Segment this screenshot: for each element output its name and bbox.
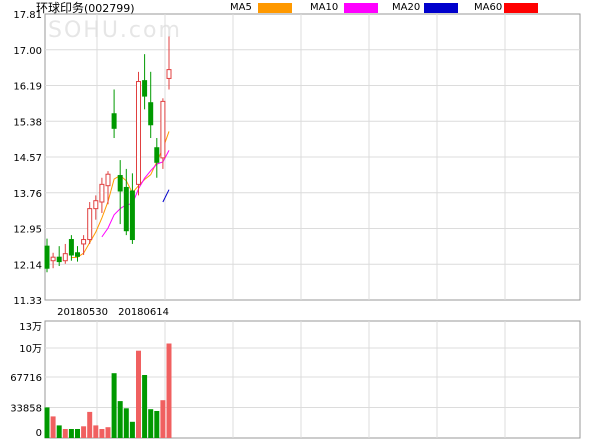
volume-bar [160,400,166,438]
candle-up [105,173,111,187]
volume-bar [117,401,123,438]
candle-up [50,256,56,262]
volume-bar [123,408,129,438]
candle-down [142,80,148,97]
price-tick-label: 11.33 [13,296,42,307]
volume-tick-label: 13万 [19,322,42,333]
volume-bar [56,425,62,438]
volume-tick-label: 10万 [19,344,42,355]
price-tick-label: 17.81 [13,10,42,21]
volume-bar [87,411,93,438]
price-tick-label: 12.14 [13,260,42,271]
volume-bar [81,426,87,438]
candle-down [44,245,50,269]
volume-tick-label: 0 [36,428,42,439]
price-tick-label: 12.95 [13,225,42,236]
candle-up [99,183,105,203]
volume-bar [148,409,154,438]
candle-up [160,100,166,159]
stock-chart: 17.81 17.00 16.19 15.38 14.57 13.76 12.95 12.14… [10,10,581,439]
volume-bar [93,425,99,438]
candle-down [123,186,129,232]
ma20-line [162,189,170,203]
price-tick-label: 14.57 [13,153,42,164]
candle-up [87,208,93,241]
volume-bar [154,411,160,438]
volume-bar [136,350,141,438]
candle-down [154,147,160,163]
volume-bar [142,375,148,438]
candle-down [68,239,74,256]
volume-bar [111,373,117,438]
candle-down [148,102,154,126]
candle-down [111,113,117,129]
ma10-line [101,150,170,238]
volume-bar [50,416,56,438]
candle-up [93,200,99,210]
candle-down [129,190,135,241]
volume-bar [105,427,111,438]
date-tick-label: 20180530 [57,307,108,318]
candle-down [75,252,80,257]
candle-up [81,239,87,245]
volume-tick-label: 67716 [10,373,42,384]
volume-bar [68,429,74,438]
candle-up [136,81,141,185]
candle-up [166,69,172,79]
date-tick-label: 20180614 [118,307,169,318]
volume-bar [44,407,50,438]
price-tick-label: 15.38 [13,117,42,128]
candle-down [117,175,123,192]
volume-bar [166,343,172,438]
volume-bar [75,429,80,438]
price-tick-label: 16.19 [13,82,42,93]
volume-tick-label: 33858 [10,404,42,415]
volume-bar [62,429,68,438]
candle-up [62,253,68,262]
volume-bar [129,421,135,438]
candle-down [56,256,62,263]
price-tick-label: 17.00 [13,46,42,57]
volume-bar [99,429,105,438]
price-tick-label: 13.76 [13,189,42,200]
